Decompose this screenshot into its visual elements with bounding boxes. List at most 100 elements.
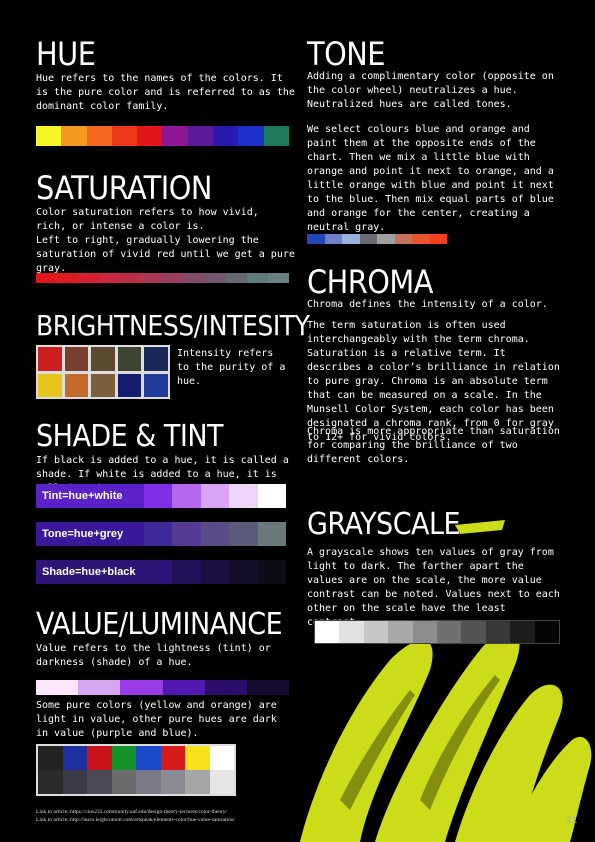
hue-text: Hue refers to the names of the colors. I… <box>36 73 295 112</box>
tone-band-swatch <box>229 522 258 546</box>
hue-swatch <box>187 126 214 146</box>
brightness-swatch <box>91 347 115 371</box>
grayscale-swatch <box>485 621 511 643</box>
brightness-swatch <box>144 373 168 397</box>
tint-swatch <box>144 484 173 508</box>
grayscale-swatch <box>339 621 364 643</box>
value-photo-bottom-swatch <box>111 770 136 794</box>
page-number: 21 <box>566 816 578 826</box>
shade-swatches <box>144 560 287 584</box>
tone-swatches <box>144 522 287 546</box>
saturation-swatch <box>141 273 163 283</box>
shade-swatch <box>144 560 173 584</box>
brightness-swatch-grid <box>36 345 170 399</box>
saturation-swatch <box>78 273 100 283</box>
tone-swatch <box>307 234 325 244</box>
value-photo-bottom-swatch <box>38 770 63 794</box>
tone-label: Tone=hue+grey <box>36 522 144 546</box>
saturation-swatch <box>204 273 226 283</box>
tone-band: Tone=hue+grey <box>36 522 287 546</box>
tone-band-swatch <box>172 522 201 546</box>
hue-swatch <box>238 126 264 146</box>
saturation-color-strip <box>36 273 289 283</box>
value-photo-bottom-swatch <box>209 770 234 794</box>
value-photo-top-swatch <box>209 746 234 770</box>
chroma-heading: Chroma <box>307 263 433 301</box>
saturation-swatch <box>120 273 142 283</box>
shade-swatch <box>200 560 230 584</box>
value-photo-bottom-swatch <box>136 770 161 794</box>
brightness-swatch <box>38 373 62 397</box>
tint-swatch <box>172 484 201 508</box>
tone-band-swatch <box>144 522 173 546</box>
grayscale-swatch <box>412 621 438 643</box>
saturation-swatch <box>99 273 121 283</box>
shade-band: Shade=hue+black <box>36 560 287 584</box>
value-swatch <box>162 680 205 695</box>
value-heading: Value/Luminance <box>36 607 283 642</box>
hue-color-strip <box>36 126 289 146</box>
hue-swatch <box>61 126 87 146</box>
saturation-swatch <box>246 273 268 283</box>
hue-swatch <box>86 126 112 146</box>
value-text-1: Value refers to the lightness (tint) or … <box>36 643 271 668</box>
saturation-swatch <box>57 273 79 283</box>
value-photo-top-swatch <box>38 746 63 770</box>
brightness-swatch <box>144 347 168 371</box>
hue-swatch <box>263 126 289 146</box>
grayscale-swatch <box>437 621 462 643</box>
value-photo-top-swatch <box>136 746 161 770</box>
value-photo-bottom-swatch <box>185 770 210 794</box>
chroma-text-3: Chroma is more appropriate than saturati… <box>307 426 560 465</box>
hue-swatch <box>36 126 62 146</box>
brightness-swatch <box>64 347 89 371</box>
value-swatch <box>204 680 247 695</box>
chroma-text-1: Chroma defines the intensity of a color. <box>307 299 548 310</box>
saturation-text-2: Left to right, gradually lowering the sa… <box>36 235 295 274</box>
value-photo-bottom-swatch <box>87 770 112 794</box>
brightness-swatch <box>64 373 89 397</box>
saturation-heading: Saturation <box>36 169 212 207</box>
tone-band-swatch <box>200 522 230 546</box>
grayscale-swatch <box>315 621 340 643</box>
value-photo <box>36 744 236 796</box>
grayscale-swatch <box>363 621 389 643</box>
shade-swatch <box>172 560 201 584</box>
value-photo-top-swatch <box>111 746 136 770</box>
grayscale-heading: Grayscale <box>307 507 461 542</box>
value-swatch <box>78 680 121 695</box>
brightness-swatch <box>91 373 115 397</box>
value-text-2: Some pure colors (yellow and orange) are… <box>36 700 277 739</box>
brightness-heading: Brightness/Intesity <box>36 309 310 342</box>
brightness-text: Intensity refers to the purity of a hue. <box>177 348 286 387</box>
tone-text-1: Adding a complimentary color (opposite o… <box>307 71 554 110</box>
tone-swatch <box>324 234 342 244</box>
hue-swatch <box>162 126 188 146</box>
value-photo-top-swatch <box>185 746 210 770</box>
tint-swatch <box>200 484 230 508</box>
tone-swatch <box>429 234 447 244</box>
value-photo-top-swatch <box>160 746 185 770</box>
shade-swatch <box>229 560 258 584</box>
brightness-swatch <box>117 347 142 371</box>
value-swatch <box>120 680 163 695</box>
hue-swatch <box>111 126 138 146</box>
grayscale-text: A grayscale shows ten values of gray fro… <box>307 547 560 628</box>
value-photo-bottom-swatch <box>160 770 185 794</box>
grayscale-swatch <box>534 621 560 643</box>
article-link-2[interactable]: Link to article: http://learn.leighcotno… <box>36 816 296 824</box>
brightness-swatch <box>38 347 62 371</box>
article-link-1[interactable]: Link to article: https://cios233.communi… <box>36 808 296 816</box>
grayscale-swatch <box>510 621 535 643</box>
shade-tint-heading: Shade & Tint <box>36 419 224 454</box>
value-photo-top-swatch <box>62 746 87 770</box>
value-photo-bottom-swatch <box>62 770 87 794</box>
tint-swatch <box>229 484 258 508</box>
tone-color-strip <box>307 234 447 244</box>
grayscale-swatch <box>461 621 486 643</box>
value-color-strip <box>36 680 290 695</box>
tone-heading: Tone <box>307 35 385 73</box>
saturation-swatch <box>36 273 58 283</box>
tint-label: Tint=hue+white <box>36 484 144 508</box>
brightness-swatch <box>117 373 142 397</box>
